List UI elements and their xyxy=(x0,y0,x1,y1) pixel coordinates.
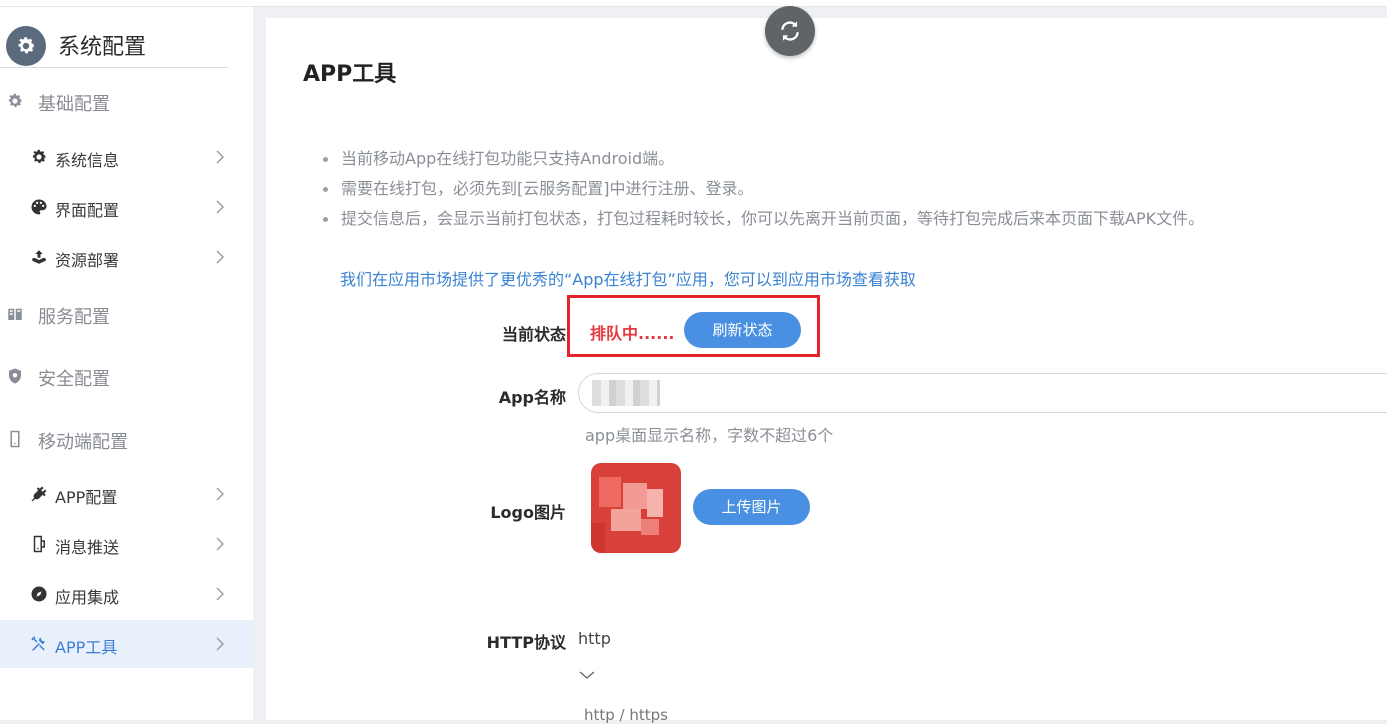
group-service-config[interactable]: 服务配置 xyxy=(0,294,253,334)
status-label: 当前状态 xyxy=(501,325,566,344)
main-panel: APP工具 当前移动App在线打包功能只支持Android端。 需要在线打包，必… xyxy=(266,18,1387,724)
plug-icon xyxy=(31,486,47,502)
push-icon xyxy=(33,535,45,553)
sidebar-item-label: 系统信息 xyxy=(55,151,120,170)
refresh-floating-button[interactable] xyxy=(765,6,815,56)
chevron-right-icon xyxy=(216,150,224,164)
note-item: 当前移动App在线打包功能只支持Android端。 xyxy=(321,146,1204,176)
redacted-app-name xyxy=(592,380,660,406)
palette-icon xyxy=(31,199,47,215)
status-value: 排队中...... xyxy=(590,324,675,343)
group-mobile-config[interactable]: 移动端配置 xyxy=(0,419,253,459)
mobile-icon xyxy=(10,430,20,448)
sidebar-item-app-tools[interactable]: APP工具 xyxy=(0,620,253,668)
upload-icon xyxy=(32,250,46,264)
tools-icon xyxy=(31,636,45,651)
group-label: 移动端配置 xyxy=(38,432,128,453)
group-label: 服务配置 xyxy=(38,307,110,328)
app-name-input[interactable] xyxy=(578,373,1387,413)
sidebar-item-label: 界面配置 xyxy=(55,201,120,220)
sidebar-item-app-integration[interactable]: 应用集成 xyxy=(0,570,253,618)
top-bar xyxy=(0,0,1387,7)
sidebar-item-label: 资源部署 xyxy=(55,251,120,270)
app-name-label: App名称 xyxy=(498,388,566,407)
sidebar-title: 系统配置 xyxy=(58,35,147,60)
page-title: APP工具 xyxy=(303,62,397,87)
chevron-right-icon xyxy=(216,487,224,501)
http-protocol-label: HTTP协议 xyxy=(486,633,566,652)
note-item: 需要在线打包，必须先到[云服务配置]中进行注册、登录。 xyxy=(321,176,1204,206)
server-icon xyxy=(8,308,22,320)
sidebar-item-ui-config[interactable]: 界面配置 xyxy=(0,183,253,231)
sidebar-item-label: APP配置 xyxy=(55,488,118,507)
http-protocol-options: http / https xyxy=(584,706,668,724)
chevron-right-icon xyxy=(216,537,224,551)
notes-list: 当前移动App在线打包功能只支持Android端。 需要在线打包，必须先到[云服… xyxy=(321,146,1204,236)
sidebar-item-label: 消息推送 xyxy=(55,538,120,557)
group-label: 安全配置 xyxy=(38,369,110,390)
sidebar-item-message-push[interactable]: 消息推送 xyxy=(0,520,253,568)
group-security-config[interactable]: 安全配置 xyxy=(0,356,253,396)
sidebar-item-label: 应用集成 xyxy=(55,588,120,607)
content-gutter xyxy=(253,7,266,720)
logo-image xyxy=(591,463,681,553)
gear-icon xyxy=(8,93,23,107)
sidebar-header: 系统配置 xyxy=(0,7,228,68)
group-label: 基础配置 xyxy=(38,94,110,115)
sidebar-item-system-info[interactable]: 系统信息 xyxy=(0,133,253,181)
app-market-link[interactable]: 我们在应用市场提供了更优秀的“App在线打包”应用，您可以到应用市场查看获取 xyxy=(340,266,916,290)
shield-icon xyxy=(9,368,21,384)
upload-image-button[interactable]: 上传图片 xyxy=(693,489,810,525)
chevron-right-icon xyxy=(216,250,224,264)
gear-icon xyxy=(32,149,47,163)
refresh-status-button[interactable]: 刷新状态 xyxy=(684,312,801,348)
note-item: 提交信息后，会显示当前打包状态，打包过程耗时较长，你可以先离开当前页面，等待打包… xyxy=(321,206,1204,236)
sidebar-item-label: APP工具 xyxy=(55,638,118,657)
sidebar-item-resource-deploy[interactable]: 资源部署 xyxy=(0,233,253,281)
chevron-down-icon[interactable] xyxy=(579,669,595,681)
refresh-icon xyxy=(781,21,799,41)
settings-gear-icon xyxy=(6,26,46,66)
chevron-right-icon xyxy=(216,587,224,601)
http-protocol-select[interactable]: http xyxy=(578,629,611,648)
sidebar: 系统配置 基础配置 系统信息 界面配置 资源部署 服务配置 安全配置 移动端配置… xyxy=(0,7,253,720)
chevron-right-icon xyxy=(216,637,224,651)
compass-icon xyxy=(31,586,47,602)
app-name-hint: app桌面显示名称，字数不超过6个 xyxy=(585,426,834,445)
logo-label: Logo图片 xyxy=(490,503,566,522)
sidebar-item-app-config[interactable]: APP配置 xyxy=(0,470,253,518)
group-basic-config[interactable]: 基础配置 xyxy=(0,81,253,121)
chevron-right-icon xyxy=(216,200,224,214)
